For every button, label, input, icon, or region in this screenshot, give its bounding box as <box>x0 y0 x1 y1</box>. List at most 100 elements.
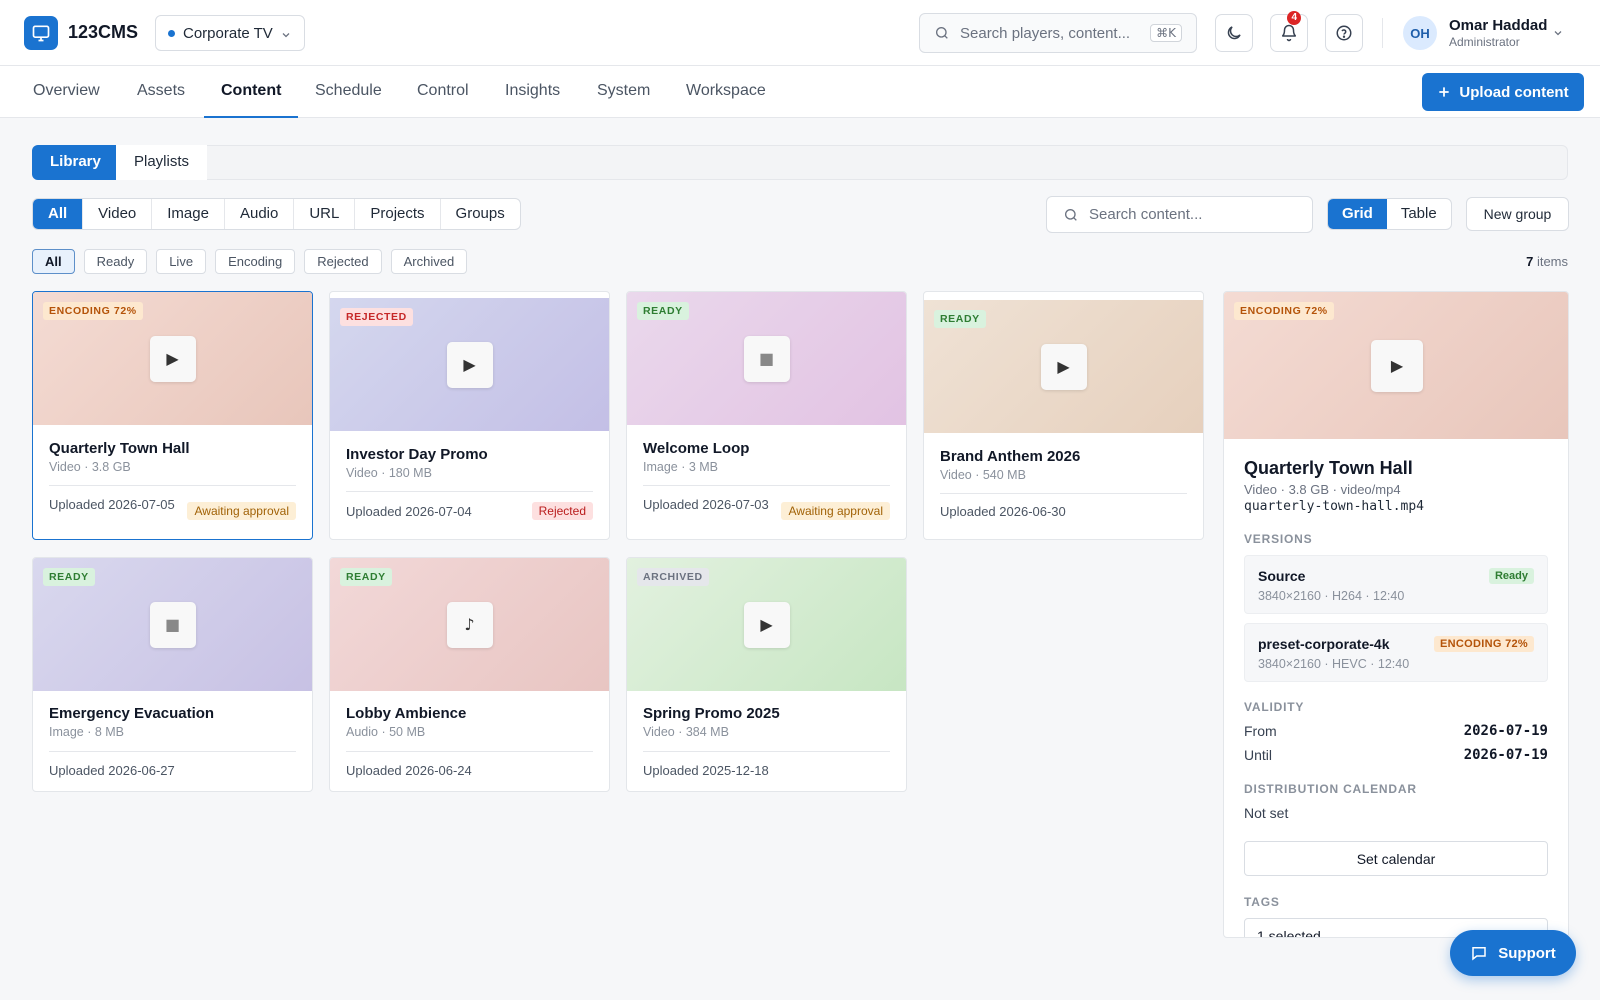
play-icon[interactable]: ▶ <box>743 601 790 648</box>
content-card[interactable]: READY ■ Welcome Loop Image · 3 MB Upload… <box>626 291 907 540</box>
plus-icon <box>1439 87 1450 97</box>
content-card[interactable]: ENCODING 72% ▶ Quarterly Town Hall Video… <box>32 291 313 540</box>
validity-from-value[interactable]: 2026-07-19 <box>1464 723 1548 739</box>
support-label: Support <box>1498 944 1556 962</box>
validity-until-value[interactable]: 2026-07-19 <box>1464 747 1548 763</box>
app-name: 123CMS <box>68 22 139 42</box>
content-search-input[interactable]: Search content... <box>1046 196 1313 233</box>
music-note-icon[interactable]: ♪ <box>446 601 493 648</box>
card-meta: Video · 3.8 GB <box>49 460 131 474</box>
view-table-button[interactable]: Table <box>1387 199 1451 229</box>
status-chip-all[interactable]: All <box>32 249 75 274</box>
content-card[interactable]: READY ♪ Lobby Ambience Audio · 50 MB Upl… <box>329 557 610 792</box>
help-button[interactable] <box>1325 14 1363 52</box>
card-title: Welcome Loop <box>643 440 750 457</box>
workspace-select-value: Corporate TV <box>183 24 273 42</box>
card-divider <box>49 485 296 486</box>
search-icon <box>1065 208 1077 221</box>
type-filter: All Video Image Audio URL Projects Group… <box>32 198 521 230</box>
monitor-icon[interactable] <box>24 16 58 50</box>
view-grid-button[interactable]: Grid <box>1328 199 1387 229</box>
type-filter-audio[interactable]: Audio <box>223 199 293 229</box>
card-divider <box>49 751 296 752</box>
chevron-down-icon <box>282 33 290 38</box>
status-chip-archived[interactable]: Archived <box>390 249 468 274</box>
search-shortcut: ⌘K <box>1150 24 1182 42</box>
card-title: Brand Anthem 2026 <box>940 448 1081 465</box>
card-uploaded: Uploaded 2026-06-27 <box>49 763 175 778</box>
card-meta: Audio · 50 MB <box>346 725 426 739</box>
play-icon[interactable]: ▶ <box>149 335 196 382</box>
chat-bubble-icon <box>1472 947 1486 961</box>
version-spec: 3840×2160 · HEVC · 12:40 <box>1258 657 1410 671</box>
avatar[interactable]: OH <box>1403 16 1437 50</box>
workspace-select[interactable]: Corporate TV <box>155 15 305 51</box>
card-divider <box>643 751 890 752</box>
tab-control[interactable]: Control <box>400 66 486 118</box>
tab-system[interactable]: System <box>580 66 667 118</box>
content-card[interactable]: REJECTED ▶ Investor Day Promo Video · 18… <box>329 291 610 540</box>
status-chip-rejected[interactable]: Rejected <box>304 249 382 274</box>
chevron-down-icon[interactable] <box>1552 27 1564 39</box>
version-item[interactable]: preset-corporate-4k 3840×2160 · HEVC · 1… <box>1244 623 1548 682</box>
type-filter-groups[interactable]: Groups <box>439 199 520 229</box>
status-chip-live[interactable]: Live <box>156 249 207 274</box>
set-calendar-button[interactable]: Set calendar <box>1244 841 1548 876</box>
detail-filename: quarterly-town-hall.mp4 <box>1244 499 1425 514</box>
tab-assets[interactable]: Assets <box>120 66 202 118</box>
card-thumbnail: REJECTED ▶ <box>330 298 609 431</box>
global-search-input[interactable]: Search players, content... ⌘K <box>919 13 1197 53</box>
play-icon[interactable]: ▶ <box>446 341 493 388</box>
card-divider <box>346 491 593 492</box>
support-button[interactable]: Support <box>1450 930 1576 976</box>
image-icon[interactable]: ■ <box>743 335 790 382</box>
type-filter-url[interactable]: URL <box>293 199 354 229</box>
upload-content-button[interactable]: Upload content <box>1422 73 1584 111</box>
type-filter-video[interactable]: Video <box>82 199 151 229</box>
moon-icon <box>1227 26 1241 40</box>
tab-insights[interactable]: Insights <box>488 66 577 118</box>
calendar-value: Not set <box>1244 805 1289 821</box>
validity-from-label: From <box>1244 723 1277 739</box>
notifications-button[interactable]: 4 <box>1270 11 1308 52</box>
version-item[interactable]: Source 3840×2160 · H264 · 12:40 Ready <box>1244 555 1548 614</box>
card-divider <box>643 485 890 486</box>
subtab-library[interactable]: Library <box>32 145 119 180</box>
card-meta: Video · 540 MB <box>940 468 1026 482</box>
type-filter-projects[interactable]: Projects <box>354 199 439 229</box>
play-icon[interactable]: ▶ <box>1371 339 1423 392</box>
theme-toggle-button[interactable] <box>1215 14 1253 52</box>
image-icon[interactable]: ■ <box>149 601 196 648</box>
tab-workspace[interactable]: Workspace <box>669 66 783 118</box>
subtab-playlists[interactable]: Playlists <box>116 145 208 180</box>
card-title: Investor Day Promo <box>346 446 488 463</box>
card-title: Lobby Ambience <box>346 705 467 722</box>
status-chip-encoding[interactable]: Encoding <box>215 249 296 274</box>
play-icon[interactable]: ▶ <box>1040 343 1087 390</box>
content-card[interactable]: READY ▶ Brand Anthem 2026 Video · 540 MB… <box>923 291 1204 540</box>
header-divider <box>1382 18 1383 48</box>
card-uploaded: Uploaded 2026-06-30 <box>940 504 1066 519</box>
approval-tag: Awaiting approval <box>187 502 296 520</box>
user-name[interactable]: Omar Haddad <box>1449 17 1547 34</box>
status-badge: ENCODING 72% <box>1234 302 1334 320</box>
status-badge: READY <box>637 302 689 320</box>
user-role: Administrator <box>1449 35 1520 49</box>
tab-overview[interactable]: Overview <box>16 66 117 118</box>
new-group-button[interactable]: New group <box>1466 197 1569 231</box>
status-chip-ready[interactable]: Ready <box>83 249 148 274</box>
tab-schedule[interactable]: Schedule <box>298 66 399 118</box>
type-filter-all[interactable]: All <box>33 199 83 229</box>
detail-panel: ENCODING 72% ▶ Quarterly Town Hall Video… <box>1223 291 1569 938</box>
item-count-value: 7 <box>1526 254 1534 269</box>
card-thumbnail: ENCODING 72% ▶ <box>33 292 312 425</box>
card-thumbnail: READY ♪ <box>330 558 609 691</box>
type-filter-image[interactable]: Image <box>151 199 224 229</box>
content-search-placeholder: Search content... <box>1089 206 1203 223</box>
content-card[interactable]: ARCHIVED ▶ Spring Promo 2025 Video · 384… <box>626 557 907 792</box>
content-card[interactable]: READY ■ Emergency Evacuation Image · 8 M… <box>32 557 313 792</box>
tab-content[interactable]: Content <box>204 66 299 118</box>
card-meta: Video · 180 MB <box>346 466 432 480</box>
validity-heading: VALIDITY <box>1244 700 1305 714</box>
item-count-label: items <box>1536 254 1568 269</box>
